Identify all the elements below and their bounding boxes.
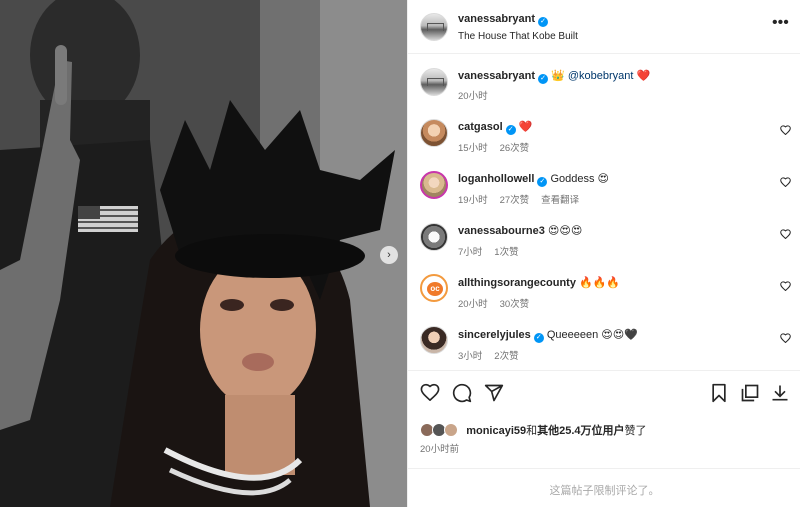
mention-link[interactable]: @kobebryant xyxy=(568,70,634,82)
heart-emoji: ❤️ xyxy=(636,70,651,82)
comment-time: 3小时 xyxy=(458,351,483,362)
caption: vanessabryant ✓ 👑 @kobebryant ❤️ xyxy=(458,69,650,84)
comment-meta: 3小时 2次赞 xyxy=(458,348,531,362)
like-heart-icon[interactable] xyxy=(420,383,440,404)
comment-meta: 20小时 30次赞 xyxy=(458,296,541,310)
post-photo[interactable]: › xyxy=(0,0,407,507)
likes-joiner: 和 xyxy=(526,425,538,437)
comment-body: 🔥🔥🔥 xyxy=(579,277,621,289)
author-username-text[interactable]: vanessabryant xyxy=(458,13,535,25)
verified-badge-icon: ✓ xyxy=(538,74,549,84)
comments-limited-text: 这篇帖子限制评论了。 xyxy=(549,485,660,497)
comment-avatar-allthingsorangecounty[interactable] xyxy=(420,274,448,302)
comment-likes[interactable]: 27次赞 xyxy=(500,195,530,206)
comment-username[interactable]: loganhollowell xyxy=(458,173,534,185)
comment-likes[interactable]: 26次赞 xyxy=(500,143,530,154)
comment-like-heart-icon[interactable] xyxy=(780,229,791,242)
liker-username[interactable]: monicayi59 xyxy=(466,425,526,437)
comment-username[interactable]: sincerelyjules xyxy=(458,329,531,341)
comment-time: 20小时 xyxy=(458,299,488,310)
photo-illustration xyxy=(0,0,407,507)
see-translation-link[interactable]: 查看翻译 xyxy=(541,195,579,206)
comment-likes[interactable]: 30次赞 xyxy=(500,299,530,310)
comment-time: 7小时 xyxy=(458,247,483,258)
likes-others-count[interactable]: 其他25.4万位用户 xyxy=(537,425,624,437)
comment-body: Goddess 😍 xyxy=(550,173,610,185)
carousel-next-button[interactable]: › xyxy=(380,246,398,264)
comment-avatar-catgasol[interactable] xyxy=(420,119,448,147)
bookmark-icon[interactable] xyxy=(710,383,728,406)
comment-time: 19小时 xyxy=(458,195,488,206)
comment-body: ❤️ xyxy=(518,121,533,133)
chevron-right-icon: › xyxy=(387,248,391,261)
comments-limited-footer: 这篇帖子限制评论了。 xyxy=(408,468,800,507)
comment-allthingsorangecounty: allthingsorangecounty 🔥🔥🔥 xyxy=(458,276,620,289)
likes-text[interactable]: monicayi59和其他25.4万位用户赞了 xyxy=(466,425,646,437)
verified-badge-icon: ✓ xyxy=(533,333,544,343)
caption-time: 20小时 xyxy=(458,88,500,102)
comment-vanessabourne3: vanessabourne3 😍😍😍 xyxy=(458,224,582,237)
caption-time-text: 20小时 xyxy=(458,91,488,102)
comment-catgasol: catgasol ✓ ❤️ xyxy=(458,120,532,135)
caption-username[interactable]: vanessabryant xyxy=(458,70,535,82)
comment-username[interactable]: vanessabourne3 xyxy=(458,225,545,237)
post-timestamp[interactable]: 20小时前 xyxy=(420,441,459,455)
comment-avatar-vanessabourne3[interactable] xyxy=(420,223,448,251)
more-options-icon[interactable]: ••• xyxy=(772,14,789,32)
comment-body: 😍😍😍 xyxy=(547,225,583,237)
caption-avatar[interactable] xyxy=(420,68,448,96)
comment-username[interactable]: catgasol xyxy=(458,121,503,133)
comment-like-heart-icon[interactable] xyxy=(780,333,791,346)
comment-likes[interactable]: 2次赞 xyxy=(494,351,518,362)
post-side-panel: vanessabryant ✓ The House That Kobe Built… xyxy=(407,0,800,507)
comment-body: Queeeeen 😍😍🖤 xyxy=(546,329,638,341)
copy-icon[interactable] xyxy=(740,383,760,406)
likes-summary[interactable]: monicayi59和其他25.4万位用户赞了 xyxy=(420,422,647,438)
author-avatar[interactable] xyxy=(420,13,448,41)
post-location[interactable]: The House That Kobe Built xyxy=(458,31,578,42)
comment-username[interactable]: allthingsorangecounty xyxy=(458,277,576,289)
author-username[interactable]: vanessabryant ✓ xyxy=(458,13,549,27)
comment-meta: 15小时 26次赞 xyxy=(458,140,541,154)
verified-badge-icon: ✓ xyxy=(505,125,516,135)
likes-suffix: 赞了 xyxy=(624,425,647,437)
liker-avatar xyxy=(444,423,459,437)
paper-plane-icon[interactable] xyxy=(484,383,504,406)
comment-sincerelyjules: sincerelyjules ✓ Queeeeen 😍😍🖤 xyxy=(458,328,638,343)
verified-badge-icon: ✓ xyxy=(537,177,548,187)
comment-icon[interactable] xyxy=(452,383,472,406)
post-actions xyxy=(408,370,800,410)
comment-likes[interactable]: 1次赞 xyxy=(494,247,518,258)
crown-emoji: 👑 xyxy=(551,70,565,82)
comment-loganhollowell: loganhollowell ✓ Goddess 😍 xyxy=(458,172,609,187)
comment-like-heart-icon[interactable] xyxy=(780,281,791,294)
verified-badge-icon: ✓ xyxy=(538,17,549,27)
comment-avatar-loganhollowell[interactable] xyxy=(420,171,448,199)
comment-avatar-sincerelyjules[interactable] xyxy=(420,326,448,354)
comment-meta: 19小时 27次赞 查看翻译 xyxy=(458,192,591,206)
comment-time: 15小时 xyxy=(458,143,488,154)
comment-meta: 7小时 1次赞 xyxy=(458,244,531,258)
post-header: vanessabryant ✓ The House That Kobe Built… xyxy=(408,0,800,54)
download-icon[interactable] xyxy=(770,383,790,406)
comment-like-heart-icon[interactable] xyxy=(780,177,791,190)
comment-like-heart-icon[interactable] xyxy=(780,125,791,138)
